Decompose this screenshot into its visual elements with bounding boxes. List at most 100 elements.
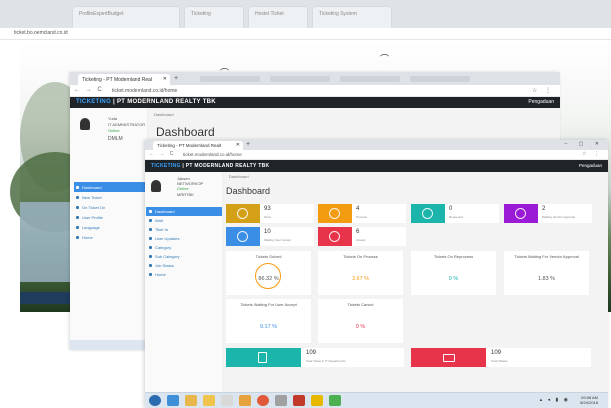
card-title: Tickets Waiting For User Accept xyxy=(240,302,297,307)
front-url[interactable]: ticket.modernland.co.id/home xyxy=(183,152,242,157)
stat-label: Total Tickets xyxy=(491,359,508,363)
back-tab[interactable]: Ticketing System xyxy=(312,6,392,28)
sidebar-item-dashboard[interactable]: Dashboard xyxy=(74,182,147,192)
blurred-tab xyxy=(340,76,400,82)
tab-title: Ticketing - PT Modernland Realt xyxy=(157,143,222,148)
stat-value: 2 xyxy=(542,206,546,212)
nav-arrows-icon[interactable]: ← → C xyxy=(149,151,175,157)
stat-value: 93 xyxy=(264,206,271,212)
status-icon xyxy=(149,264,152,267)
sidebar-item-label: Category xyxy=(155,245,172,250)
breadcrumb[interactable]: Dashboard xyxy=(154,112,174,117)
ie-icon[interactable] xyxy=(167,395,179,406)
blurred-tab xyxy=(200,76,260,82)
front-app-header: TICKETING | PT MODERNLAND REALTY TBK Pen… xyxy=(145,160,608,172)
stat-value: 0 xyxy=(449,206,453,212)
ticket-icon xyxy=(76,196,79,199)
sidebar-item-tiket-in[interactable]: Tiket In xyxy=(146,225,222,234)
close-icon[interactable]: ✕ xyxy=(163,76,167,82)
profile-role: IT ADMINISTRATOR xyxy=(108,122,146,127)
stat-box-waiting-vendor[interactable]: 2 Waiting Vendor Approval xyxy=(504,204,592,223)
brand-title: TICKETING | PT MODERNLAND REALTY TBK xyxy=(151,163,269,169)
bird-icon: ⌒ xyxy=(380,54,390,64)
start-button-icon[interactable] xyxy=(149,395,161,406)
avatar xyxy=(80,118,90,130)
document-icon xyxy=(226,348,301,367)
question-circle-icon xyxy=(237,231,248,242)
stat-box-closed[interactable]: 6 Closed xyxy=(318,227,406,246)
back-url: ticket.bo.oemcland.co.id xyxy=(14,30,68,36)
back-address-bar[interactable]: ticket.bo.oemcland.co.id xyxy=(0,28,611,40)
sidebar-item-label: User Updates xyxy=(155,236,180,241)
sidebar-item-new-ticket[interactable]: New Ticket xyxy=(74,192,147,202)
app-icon[interactable] xyxy=(329,395,341,406)
toolbar-icons[interactable]: ☆ ⋮ xyxy=(532,87,554,94)
chrome-icon[interactable] xyxy=(257,395,269,406)
app-icon[interactable] xyxy=(239,395,251,406)
card-percentage: 0 % xyxy=(448,276,459,282)
media-icon[interactable] xyxy=(221,395,233,406)
play-icon xyxy=(504,204,538,223)
sidebar-item-user-profile[interactable]: User Profile xyxy=(74,212,147,222)
breadcrumb[interactable]: Dashboard xyxy=(229,174,249,179)
stat-label: Process xyxy=(356,215,367,219)
home-icon xyxy=(76,236,79,239)
sidebar-item-job-status[interactable]: Job Status xyxy=(146,261,222,270)
toolbar-icons[interactable]: ☆ ⋮ xyxy=(582,151,602,157)
front-sidebar: Jaksen NETWORKOP Online MRRTBK Dashboard… xyxy=(145,172,223,392)
back-tab[interactable]: Ticketing xyxy=(184,6,244,28)
clock-circle-icon xyxy=(422,208,433,219)
stat-label: Waiting User Accept xyxy=(264,238,291,242)
folder-icon[interactable] xyxy=(185,395,197,406)
sidebar-item-sub-category[interactable]: Sub Category xyxy=(146,252,222,261)
system-tray-icons[interactable]: ▴ ◂ ▮ ◉ xyxy=(540,397,570,403)
profile-status: Online xyxy=(177,186,189,191)
front-main-content: Dashboard Dashboard 93 Open 4 Process 0 … xyxy=(223,172,608,392)
sidebar-item-dashboard[interactable]: Dashboard xyxy=(146,207,222,216)
back-tab[interactable]: Hostel Ticket xyxy=(248,6,308,28)
sidebar-item-label: Tiket In xyxy=(155,227,168,232)
sidebar-item-on-ticket[interactable]: On Ticket On xyxy=(74,202,147,212)
new-tab-icon[interactable]: + xyxy=(246,141,250,148)
settings-icon[interactable] xyxy=(275,395,287,406)
stat-label: Open xyxy=(264,215,272,219)
sidebar-item-wait[interactable]: Wait xyxy=(146,216,222,225)
user-profile: Yuda IT ADMINISTRATOR Online DMLM xyxy=(74,116,146,152)
front-tab-ticketing[interactable]: Ticketing - PT Modernland Realt ✕ xyxy=(153,141,243,150)
sidebar-item-language[interactable]: Language xyxy=(74,222,147,232)
taskbar-clock[interactable]: 09:58 AM 8/24/2018 xyxy=(580,395,598,405)
stat-box-total-tickets[interactable]: 109 Total Tickets xyxy=(411,348,591,367)
close-icon[interactable]: ✕ xyxy=(236,142,240,148)
user-icon xyxy=(149,237,152,240)
stat-box-open[interactable]: 93 Open xyxy=(226,204,314,223)
back-tab[interactable]: ProfileExpertBudget xyxy=(72,6,180,28)
window-controls[interactable]: – ▢ ✕ xyxy=(565,141,604,147)
profile-status: Online xyxy=(108,128,120,133)
user-menu[interactable]: Pengaduan xyxy=(528,99,554,105)
stat-box-process[interactable]: 4 Process xyxy=(318,204,406,223)
page-title: Dashboard xyxy=(226,186,271,196)
sidebar-item-label: New Ticket xyxy=(82,195,102,200)
nav-arrows-icon[interactable]: ← → C xyxy=(74,87,104,93)
middle-sidebar-menu: Dashboard New Ticket On Ticket On User P… xyxy=(74,182,147,242)
front-browser-window: Ticketing - PT Modernland Realt ✕ + – ▢ … xyxy=(145,140,608,408)
stat-box-it-department-total[interactable]: 109 Total Ticket in IT Departments xyxy=(226,348,404,367)
page-title: Dashboard xyxy=(156,125,215,139)
sidebar-item-category[interactable]: Category xyxy=(146,243,222,252)
middle-tab-ticketing[interactable]: Ticketing - PT Modernland Real ✕ xyxy=(78,74,170,85)
sidebar-item-home[interactable]: Home xyxy=(74,232,147,242)
middle-tab-bar: Ticketing - PT Modernland Real ✕ + xyxy=(70,72,560,85)
middle-url[interactable]: ticket.modernland.co.id/home xyxy=(112,88,177,94)
sidebar-item-home[interactable]: Home xyxy=(146,270,222,279)
app-icon[interactable] xyxy=(293,395,305,406)
user-menu[interactable]: Pengaduan xyxy=(579,163,602,168)
new-tab-icon[interactable]: + xyxy=(174,75,178,82)
explorer-icon[interactable] xyxy=(203,395,215,406)
app-icon[interactable] xyxy=(311,395,323,406)
sidebar-item-user-updates[interactable]: User Updates xyxy=(146,234,222,243)
stat-box-reopened[interactable]: 0 Reopened xyxy=(411,204,499,223)
card-percentage: 0 % xyxy=(355,324,366,330)
brand-suffix: | PT MODERNLAND REALTY TBK xyxy=(182,163,270,169)
stat-box-waiting-user[interactable]: 10 Waiting User Accept xyxy=(226,227,314,246)
dashboard-icon xyxy=(76,186,79,189)
